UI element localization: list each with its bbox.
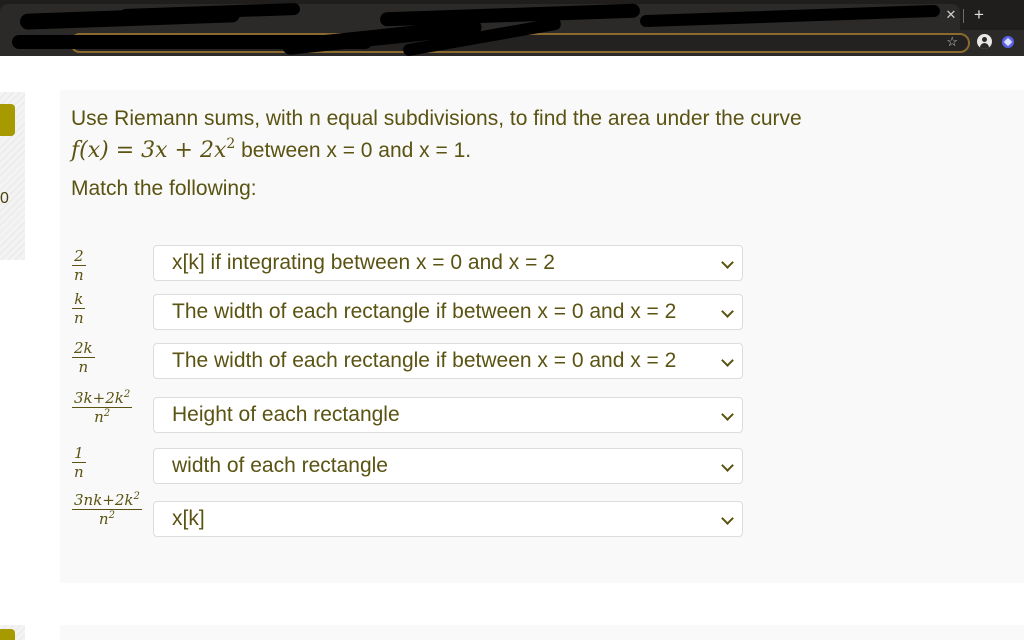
- match-select[interactable]: Height of each rectangle: [153, 397, 743, 433]
- fraction-numerator: 2: [72, 247, 86, 266]
- numerator-text: 2k: [74, 339, 93, 357]
- select-value: x[k] if integrating between x = 0 and x …: [172, 251, 555, 274]
- denominator-exponent: 2: [103, 408, 111, 419]
- question-prompt: Use Riemann sums, with n equal subdivisi…: [71, 103, 971, 167]
- profile-body: [980, 43, 989, 49]
- function-lhs: f(x) = 3x + 2x: [71, 138, 227, 163]
- match-row: 2 n x[k] if integrating between x = 0 an…: [60, 245, 760, 285]
- fraction-numerator: 1: [72, 444, 86, 463]
- denominator-exponent: 2: [108, 510, 115, 521]
- fraction-denominator: n: [76, 358, 90, 376]
- redacted-tab-title: [639, 4, 941, 28]
- question-nav-strip-next: [0, 625, 25, 640]
- plus-icon[interactable]: +: [971, 6, 987, 23]
- flag-icon[interactable]: [0, 104, 15, 136]
- select-value: Height of each rectangle: [172, 403, 400, 426]
- chevron-down-icon: [721, 408, 734, 421]
- match-row: 3nk+2k2 n2 x[k]: [60, 491, 760, 541]
- denominator-text: n: [94, 408, 104, 426]
- fraction-numerator: 2k: [72, 339, 95, 358]
- select-value: x[k]: [172, 507, 205, 530]
- fraction-denominator: n: [72, 309, 86, 327]
- match-select[interactable]: width of each rectangle: [153, 448, 743, 484]
- match-row: 2k n The width of each rectangle if betw…: [60, 339, 760, 383]
- redacted-tab-title: [379, 3, 641, 27]
- address-bar[interactable]: ☆: [12, 17, 970, 57]
- chevron-down-icon: [721, 354, 734, 367]
- fraction-denominator: n2: [92, 408, 112, 426]
- question-nav-strip: 0: [0, 92, 25, 260]
- fraction-expression: 1 n: [72, 444, 86, 481]
- chevron-down-icon: [721, 256, 734, 269]
- flag-icon[interactable]: [0, 629, 15, 640]
- profile-head: [982, 37, 987, 42]
- denominator-text: n: [74, 266, 84, 284]
- select-value: The width of each rectangle if between x…: [172, 300, 677, 323]
- fraction-numerator: 3k+2k2: [72, 389, 133, 408]
- select-value: width of each rectangle: [172, 454, 388, 477]
- tab-divider: [963, 9, 964, 23]
- next-question-panel: [60, 625, 1024, 640]
- fraction-denominator: n: [72, 266, 86, 284]
- fraction-numerator: k: [72, 290, 86, 309]
- fraction-expression: 2k n: [72, 339, 95, 376]
- interval-text: between x = 0 and x = 1.: [235, 139, 472, 162]
- denominator-text: n: [74, 309, 84, 327]
- function-formula: f(x) = 3x + 2x2: [71, 136, 236, 163]
- numerator-text: k: [74, 290, 84, 308]
- fraction-expression: k n: [72, 290, 86, 327]
- numerator-exponent: 2: [133, 491, 140, 502]
- match-select[interactable]: x[k]: [153, 501, 743, 537]
- prompt-line-1: Use Riemann sums, with n equal subdivisi…: [71, 107, 802, 130]
- chevron-down-icon: [721, 459, 734, 472]
- close-icon[interactable]: ✕: [944, 8, 958, 22]
- question-panel: Use Riemann sums, with n equal subdivisi…: [60, 90, 1024, 583]
- match-row: 3k+2k2 n2 Height of each rectangle: [60, 389, 760, 437]
- match-select[interactable]: The width of each rectangle if between x…: [153, 294, 743, 330]
- denominator-text: n: [98, 510, 109, 528]
- fraction-denominator: n: [72, 463, 86, 481]
- star-icon[interactable]: ☆: [946, 34, 958, 50]
- denominator-text: n: [74, 463, 84, 481]
- fraction-numerator: 3nk+2k2: [72, 491, 142, 510]
- chevron-down-icon: [721, 305, 734, 318]
- numerator-text: 1: [74, 444, 84, 462]
- extension-icon[interactable]: [1002, 36, 1014, 48]
- function-exponent: 2: [226, 136, 236, 152]
- match-row: 1 n width of each rectangle: [60, 444, 760, 488]
- match-row: k n The width of each rectangle if betwe…: [60, 290, 760, 334]
- chevron-down-icon: [721, 512, 734, 525]
- fraction-expression: 3k+2k2 n2: [72, 389, 133, 426]
- match-select[interactable]: x[k] if integrating between x = 0 and x …: [153, 245, 743, 281]
- question-number: 0: [0, 190, 9, 207]
- denominator-text: n: [78, 358, 89, 376]
- fraction-denominator: n2: [97, 510, 117, 528]
- select-value: The width of each rectangle if between x…: [172, 349, 677, 372]
- numerator-text: 3k+2k: [74, 389, 124, 407]
- match-instructions: Match the following:: [71, 177, 257, 200]
- numerator-exponent: 2: [123, 389, 131, 400]
- fraction-expression: 2 n: [72, 247, 86, 284]
- numerator-text: 2: [74, 247, 84, 265]
- prompt-line-2: f(x) = 3x + 2x2 between x = 0 and x = 1.: [71, 135, 971, 167]
- numerator-text: 3nk+2k: [74, 491, 134, 509]
- fraction-expression: 3nk+2k2 n2: [72, 491, 142, 528]
- browser-chrome: ✕ + ☆: [0, 0, 1024, 57]
- account-circle-icon[interactable]: [977, 34, 992, 49]
- match-select[interactable]: The width of each rectangle if between x…: [153, 343, 743, 379]
